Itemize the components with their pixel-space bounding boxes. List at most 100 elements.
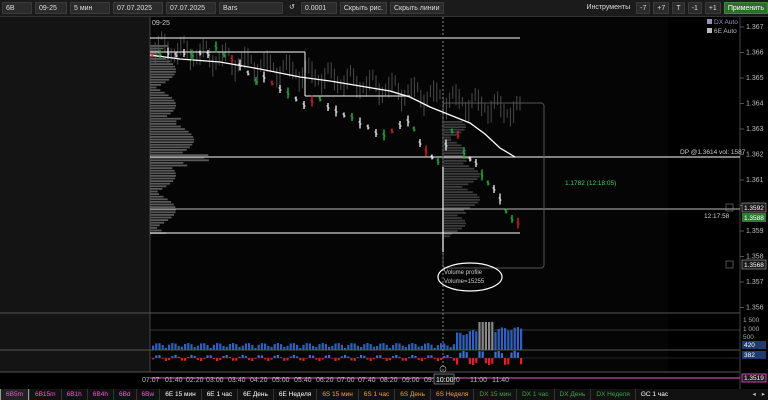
volume-bar <box>475 331 478 350</box>
delta-bar <box>468 358 471 365</box>
hide-lines-button[interactable]: Скрыть линии <box>389 2 444 14</box>
profile-row <box>150 63 174 65</box>
timeframe-tab[interactable]: 6B15m <box>28 389 61 400</box>
timeframe-tab[interactable]: DX 15 мин <box>473 389 516 400</box>
volume-bar <box>497 328 500 350</box>
profile-row <box>444 178 478 180</box>
profile-row <box>150 58 167 60</box>
volume-bar <box>465 334 468 350</box>
profile-row <box>444 173 480 175</box>
timeframe-tab[interactable]: 6Bw <box>135 389 160 400</box>
volume-bar <box>446 345 449 350</box>
volume-bar <box>177 346 180 350</box>
hide-drawings-button[interactable]: Скрыть рис. <box>339 2 387 14</box>
delta-bar <box>420 358 423 362</box>
volume-bar <box>161 345 164 350</box>
minus7-button[interactable]: -7 <box>636 2 651 14</box>
profile-row <box>444 126 466 128</box>
time-tick-label: 07:40 <box>358 377 376 384</box>
plus7-button[interactable]: +7 <box>653 2 670 14</box>
tick-size-input[interactable]: 0.0001 <box>300 2 337 14</box>
date-from-input[interactable]: 07.07.2025 <box>113 2 163 14</box>
profile-row <box>150 71 176 73</box>
undo-icon[interactable]: ↺ <box>286 2 298 14</box>
timeframe-tab[interactable]: 6E Неделя <box>272 389 316 400</box>
chart-type-select[interactable]: Bars <box>219 2 283 14</box>
timeframe-tab[interactable]: 6B1h <box>60 389 87 400</box>
profile-row <box>150 120 177 123</box>
volume-bar <box>276 343 279 350</box>
volume-bar <box>184 343 187 350</box>
timeframe-tab[interactable]: 6E 1 час <box>200 389 237 400</box>
profile-row <box>150 188 163 190</box>
profile-row <box>444 139 452 141</box>
time-tick-label: 01:40 <box>165 377 183 384</box>
profile-row <box>444 128 465 131</box>
timeframe-tab[interactable]: 6E 15 мин <box>159 389 200 400</box>
timeframe-tab[interactable]: 6B4h <box>86 389 113 400</box>
delta-bar <box>369 358 372 362</box>
contract-select[interactable]: 09-25 <box>35 2 67 14</box>
delta-bar <box>465 352 468 358</box>
delta-bar <box>251 358 254 362</box>
delta-bar <box>459 352 462 358</box>
apply-button[interactable]: Применить <box>723 2 768 14</box>
timeframe-tab[interactable]: 6B5m <box>0 389 29 400</box>
timeframe-tab[interactable]: 6S День <box>394 389 430 400</box>
profile-row <box>444 212 466 214</box>
volume-bar <box>251 344 254 350</box>
volume-bar <box>248 343 251 350</box>
profile-row <box>150 177 176 180</box>
profile-row <box>150 115 168 117</box>
price-tick-label: 1.358 <box>746 254 764 261</box>
delta-bar <box>430 355 433 358</box>
scroll-left-icon[interactable]: ◂ <box>749 389 758 400</box>
volume-bar <box>353 343 356 350</box>
plus1-button[interactable]: +1 <box>704 2 721 14</box>
volume-bar <box>299 347 302 350</box>
t-button[interactable]: T <box>672 2 685 14</box>
profile-row <box>150 206 176 208</box>
timeframe-tab[interactable]: DX День <box>553 389 591 400</box>
profile-row <box>150 125 181 128</box>
timeframe-tab[interactable]: DX 1 час <box>515 389 554 400</box>
delta-bar <box>363 355 366 358</box>
plot-zone <box>150 17 668 372</box>
date-to-input[interactable]: 07.07.2025 <box>166 2 216 14</box>
profile-row <box>444 186 463 188</box>
timeframe-tab[interactable]: 6S 15 мин <box>316 389 357 400</box>
volume-bar <box>193 347 196 350</box>
symbol-input[interactable]: 6B <box>2 2 32 14</box>
interval-select[interactable]: 5 мин <box>70 2 110 14</box>
profile-row <box>150 73 175 76</box>
profile-row <box>150 91 165 94</box>
delta-bar <box>193 355 196 358</box>
timeframe-tab[interactable]: 6S 1 час <box>357 389 394 400</box>
profile-row <box>150 219 169 221</box>
delta-bar <box>267 358 270 362</box>
delta-bar <box>302 358 305 361</box>
profile-row <box>150 151 183 154</box>
legend-6e: 6E Auto <box>714 28 737 35</box>
scroll-right-icon[interactable]: ▸ <box>759 389 768 400</box>
profile-row <box>150 203 174 206</box>
volume-bar <box>196 345 199 350</box>
delta-bar <box>443 355 446 358</box>
timeframe-tab[interactable]: 6S Неделя <box>429 389 473 400</box>
minus1-button[interactable]: -1 <box>687 2 702 14</box>
timeframe-tab[interactable]: DX Неделя <box>590 389 635 400</box>
timeframe-tab[interactable]: 6E День <box>237 389 273 400</box>
timeframe-tab[interactable]: 6Bd <box>112 389 136 400</box>
profile-row <box>150 136 194 138</box>
delta-bar <box>292 354 295 358</box>
price-chart-area[interactable]: 09-25 DX Auto 6E Auto 1.367 1.366 1.365 1.3… <box>0 17 768 389</box>
timeframe-tab-bar: 6B5m 6B15m 6B1h 6B4h 6Bd 6Bw 6E 15 мин 6E 1 час… <box>0 389 768 400</box>
volume-bar <box>488 322 491 350</box>
volume-bar <box>312 345 315 350</box>
price-tick-label: 1.363 <box>746 126 764 133</box>
profile-row <box>150 214 174 216</box>
profile-row <box>444 180 474 183</box>
timeframe-tab[interactable]: GC 1 час <box>634 389 673 400</box>
volume-bar <box>369 344 372 350</box>
volume-bar <box>270 346 273 350</box>
